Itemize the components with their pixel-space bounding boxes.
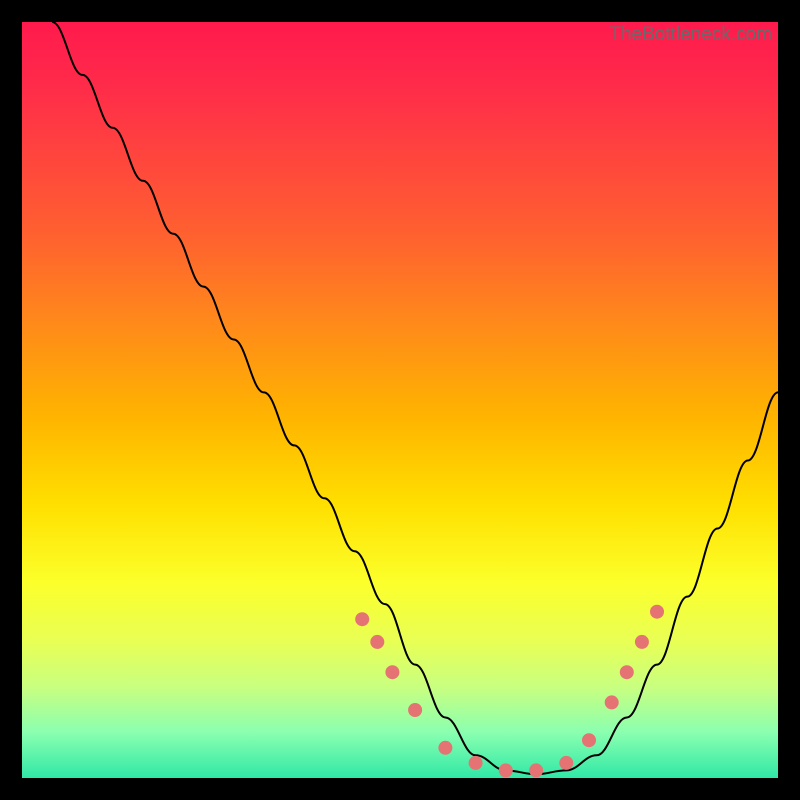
bottleneck-curve	[52, 22, 778, 774]
chart-svg	[22, 22, 778, 778]
marker-dots	[355, 605, 664, 778]
marker-dot	[605, 695, 619, 709]
chart-frame: TheBottleneck.com	[0, 0, 800, 800]
marker-dot	[559, 756, 573, 770]
marker-dot	[355, 612, 369, 626]
marker-dot	[635, 635, 649, 649]
marker-dot	[385, 665, 399, 679]
marker-dot	[582, 733, 596, 747]
marker-dot	[469, 756, 483, 770]
marker-dot	[620, 665, 634, 679]
marker-dot	[438, 741, 452, 755]
marker-dot	[529, 763, 543, 777]
plot-area: TheBottleneck.com	[22, 22, 778, 778]
marker-dot	[408, 703, 422, 717]
marker-dot	[650, 605, 664, 619]
marker-dot	[499, 763, 513, 777]
marker-dot	[370, 635, 384, 649]
